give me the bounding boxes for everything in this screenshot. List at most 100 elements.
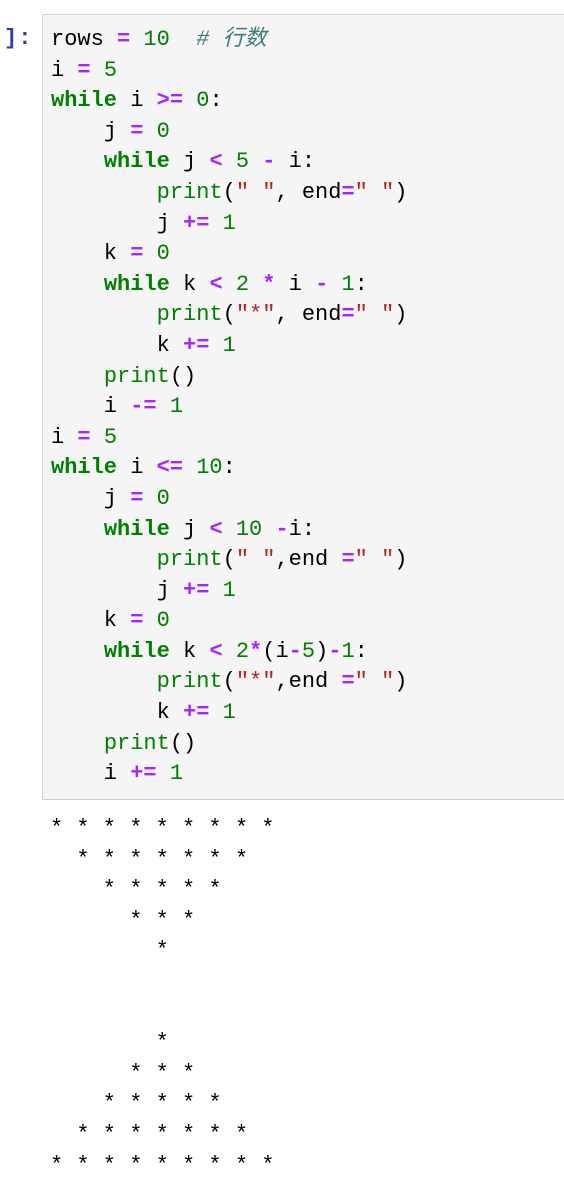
code-line: while i >= 0:: [51, 86, 407, 117]
code-token: k: [51, 332, 184, 358]
code-token: ,end: [275, 547, 342, 573]
number-token: 10: [196, 455, 223, 481]
code-token: i: [117, 455, 157, 481]
output-line: *: [50, 938, 169, 964]
code-token: ): [315, 638, 329, 664]
code-line: k += 1: [51, 698, 407, 729]
operator-token: -: [315, 271, 329, 297]
code-line: j += 1: [51, 576, 407, 607]
number-token: 1: [341, 271, 355, 297]
code-line: k = 0: [51, 239, 407, 270]
code-line: i += 1: [51, 759, 407, 790]
output-line: * * *: [50, 907, 196, 933]
code-line: print(" ",end =" "): [51, 545, 408, 576]
code-line: print("*",end =" "): [51, 667, 408, 698]
builtin-token: print: [103, 363, 170, 389]
code-token: i: [51, 424, 78, 450]
operator-token: <: [209, 638, 223, 664]
cell-input-prompt: ]:: [4, 26, 33, 51]
number-token: 0: [156, 608, 170, 634]
code-line: i = 5: [51, 56, 407, 87]
operator-token: +=: [183, 577, 210, 603]
code-token: j: [169, 149, 210, 175]
operator-token: <=: [156, 455, 184, 481]
code-token: (: [222, 302, 236, 328]
operator-token: <: [209, 271, 223, 297]
output-line: * * * * * * *: [50, 1121, 249, 1147]
operator-token: *: [262, 271, 276, 297]
keyword-token: while: [51, 88, 118, 114]
operator-token: =: [341, 302, 355, 328]
code-token: k: [51, 241, 131, 267]
number-token: 1: [341, 638, 355, 664]
code-token: :: [354, 638, 368, 664]
output-line: * * *: [50, 1060, 196, 1086]
code-token: ): [394, 179, 408, 205]
number-token: 5: [301, 638, 316, 664]
code-line: print(): [51, 362, 407, 393]
code-line: k += 1: [51, 331, 407, 362]
operator-token: +=: [130, 761, 157, 787]
code-line: print("*", end=" "): [51, 300, 408, 331]
code-token: j: [51, 577, 184, 603]
operator-token: <: [209, 516, 223, 542]
builtin-token: print: [156, 547, 223, 573]
comment-token: # 行数: [196, 27, 267, 52]
operator-token: =: [117, 27, 131, 52]
code-line: print(" ", end=" "): [51, 178, 408, 209]
keyword-token: while: [51, 455, 118, 481]
code-token: (i: [262, 638, 289, 664]
operator-token: *: [249, 638, 263, 664]
code-token: ,end: [275, 669, 342, 695]
code-cell-editor[interactable]: rows = 10 # 行数 i = 5 while i >= 0: j = 0 w…: [42, 14, 564, 800]
operator-token: <: [209, 149, 223, 175]
code-token: j: [51, 118, 131, 144]
code-block[interactable]: rows = 10 # 行数 i = 5 while i >= 0: j = 0 w…: [51, 25, 407, 790]
code-token: i: [117, 88, 157, 114]
string-token: " ": [235, 179, 276, 205]
code-token: (: [222, 669, 236, 695]
code-token: j: [169, 516, 210, 542]
code-token: , end: [275, 179, 342, 205]
code-token: i:: [288, 516, 316, 542]
code-token: :: [354, 271, 368, 297]
string-token: "*": [235, 302, 276, 328]
number-token: 5: [235, 149, 250, 175]
operator-token: =: [130, 608, 144, 634]
output-line: *: [50, 1030, 169, 1056]
code-token: k: [51, 700, 184, 726]
operator-token: +=: [183, 210, 210, 236]
code-line: j += 1: [51, 209, 407, 240]
keyword-token: while: [103, 516, 170, 542]
keyword-token: while: [103, 638, 170, 664]
operator-token: -: [288, 638, 302, 664]
builtin-token: print: [156, 669, 223, 695]
output-line: * * * * * * * * *: [50, 816, 275, 841]
operator-token: =: [77, 57, 91, 83]
string-token: " ": [354, 179, 395, 205]
cell-output: * * * * * * * * * * * * * * * * * * * * …: [50, 814, 274, 1181]
number-token: 2: [235, 271, 250, 297]
code-line: while j < 10 -i:: [51, 515, 407, 546]
number-token: 0: [156, 118, 170, 144]
code-line: while i <= 10:: [51, 453, 407, 484]
code-token: i: [51, 57, 78, 83]
code-line: i = 5: [51, 423, 407, 454]
code-token: (: [222, 179, 236, 205]
code-token: (: [222, 547, 236, 573]
code-line: while j < 5 - i:: [51, 147, 407, 178]
